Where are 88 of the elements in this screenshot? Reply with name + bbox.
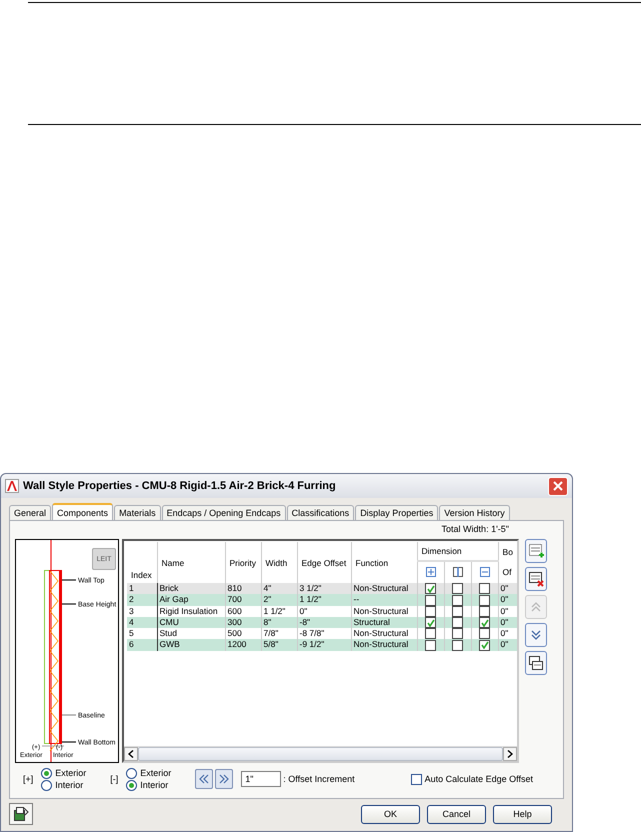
- dimension-plus-icon: [426, 566, 436, 577]
- component-row[interactable]: 3 Rigid Insulation 600 1 1/2" 0" Non-Structural 0": [127, 606, 517, 617]
- remove-component-button[interactable]: [525, 567, 547, 591]
- add-row-icon: [528, 543, 544, 559]
- check-icon: [426, 584, 434, 593]
- properties-button[interactable]: [9, 803, 33, 825]
- tab[interactable]: Endcaps / Opening Endcaps: [162, 505, 286, 520]
- component-row[interactable]: 2 Air Gap 700 2" 1 1/2" -- 0": [127, 594, 517, 606]
- tab[interactable]: Components: [52, 503, 114, 520]
- table-cell: 5/8": [261, 639, 297, 650]
- double-right-chevron-icon: [218, 773, 230, 785]
- radio-option[interactable]: Exterior: [41, 768, 86, 778]
- window-title: Wall Style Properties - CMU-8 Rigid-1.5 Air-2 Brick-4 Furring: [23, 480, 337, 492]
- move-down-button[interactable]: [525, 623, 547, 647]
- close-button[interactable]: [548, 476, 568, 496]
- dialog-button[interactable]: Help: [493, 804, 552, 824]
- dialog-button[interactable]: Cancel: [427, 804, 486, 824]
- leader-line: [62, 714, 76, 716]
- tab[interactable]: Classifications: [286, 505, 354, 520]
- column-header[interactable]: Edge Offset: [297, 542, 351, 583]
- checkbox[interactable]: [452, 583, 463, 594]
- checkbox[interactable]: [479, 606, 490, 617]
- double-down-chevron-icon: [530, 629, 542, 641]
- table-cell: 6: [127, 639, 157, 650]
- add-component-button[interactable]: [525, 539, 547, 563]
- component-row[interactable]: 1 Brick 810 4" 3 1/2" Non-Structural 0": [127, 583, 517, 594]
- table-cell: 0": [498, 639, 517, 650]
- offset-sign-label: [+]: [23, 774, 34, 784]
- dimension-center-icon: [452, 566, 462, 577]
- checkbox[interactable]: [425, 583, 436, 594]
- checkbox[interactable]: [452, 628, 463, 640]
- component-row[interactable]: 6 GWB 1200 5/8" -9 1/2" Non-Structural 0": [127, 639, 517, 650]
- column-subheader: Of: [498, 561, 517, 583]
- checkbox[interactable]: [479, 640, 490, 650]
- scroll-left-button[interactable]: [124, 747, 138, 761]
- checkbox[interactable]: [425, 594, 436, 606]
- check-icon: [480, 641, 489, 649]
- table-cell: -9 1/2": [297, 639, 351, 650]
- radio-option[interactable]: Exterior: [126, 768, 172, 778]
- remove-row-icon: [528, 571, 544, 587]
- column-group-header: Dimension: [417, 542, 498, 562]
- dimension-minus-icon: [480, 566, 490, 577]
- checkbox[interactable]: [479, 594, 490, 606]
- document-edit-icon: [13, 806, 29, 822]
- total-width-label: Total Width: 1'-5": [442, 524, 509, 536]
- component-row[interactable]: 4 CMU 300 8" -8" Structural 0": [127, 616, 517, 628]
- column-header[interactable]: Priority: [225, 542, 261, 583]
- decrease-offset-button[interactable]: [195, 769, 214, 789]
- column-header[interactable]: Width: [261, 542, 297, 583]
- checkbox[interactable]: [479, 583, 490, 594]
- checkbox[interactable]: [425, 617, 436, 628]
- column-header[interactable]: Index: [127, 542, 157, 583]
- check-icon: [426, 618, 434, 626]
- radio-option[interactable]: Interior: [41, 780, 86, 790]
- auto-calculate-checkbox[interactable]: Auto Calculate Edge Offset: [410, 774, 533, 784]
- table-cell: 1200: [225, 639, 261, 650]
- increase-offset-button[interactable]: [215, 769, 234, 789]
- column-header[interactable]: Name: [157, 542, 225, 583]
- table-cell: GWB: [157, 639, 225, 650]
- checkbox[interactable]: [452, 640, 463, 650]
- checkbox[interactable]: [425, 606, 436, 617]
- tab[interactable]: Materials: [114, 505, 161, 520]
- checkbox[interactable]: [452, 606, 463, 617]
- checkbox[interactable]: [479, 628, 490, 640]
- tab[interactable]: Version History: [439, 505, 510, 520]
- checkbox[interactable]: [452, 617, 463, 628]
- checkbox[interactable]: [425, 628, 436, 640]
- checkbox[interactable]: [479, 617, 490, 628]
- scroll-right-button[interactable]: [503, 747, 517, 761]
- close-icon: [553, 481, 563, 491]
- tab[interactable]: General: [9, 505, 52, 520]
- checkbox[interactable]: [425, 640, 436, 650]
- copy-component-button[interactable]: [525, 651, 547, 675]
- copy-rows-icon: [528, 655, 544, 671]
- double-left-chevron-icon: [198, 773, 210, 785]
- offset-increment-label: : Offset Increment: [283, 774, 355, 784]
- app-icon: [5, 479, 19, 493]
- checkbox[interactable]: [452, 594, 463, 606]
- tab[interactable]: Display Properties: [355, 505, 438, 520]
- table-cell: Non-Structural: [351, 639, 417, 650]
- offset-sign-label: [-]: [110, 774, 118, 784]
- offset-increment-field[interactable]: 1": [241, 771, 282, 787]
- radio-option[interactable]: Interior: [126, 780, 172, 790]
- check-icon: [480, 618, 489, 626]
- column-header[interactable]: Function: [351, 542, 417, 583]
- dialog-button[interactable]: OK: [361, 804, 420, 824]
- double-up-chevron-icon: [530, 601, 542, 613]
- component-row[interactable]: 5 Stud 500 7/8" -8 7/8" Non-Structural 0": [127, 628, 517, 640]
